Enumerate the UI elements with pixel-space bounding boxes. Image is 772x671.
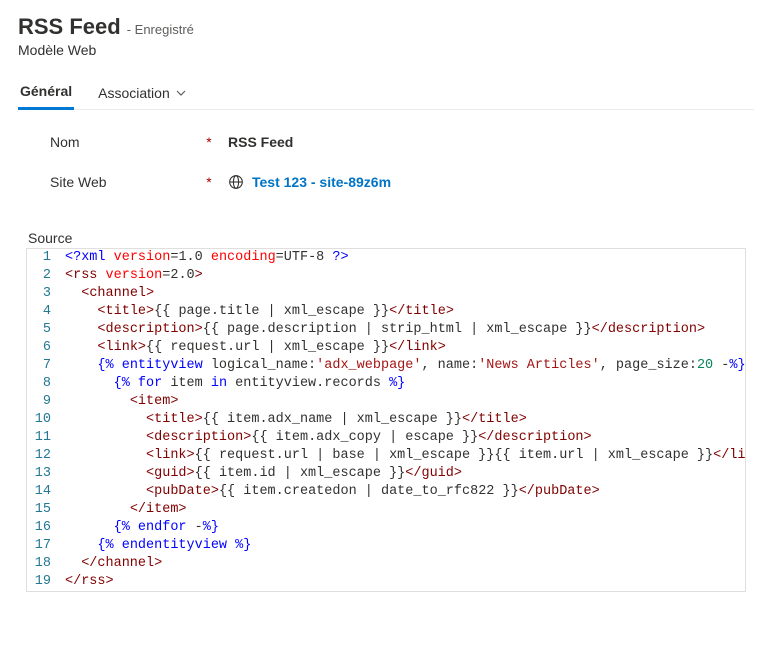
line-number: 9 [27, 393, 59, 411]
code-content[interactable]: <description>{{ page.description | strip… [59, 321, 705, 339]
line-number: 7 [27, 357, 59, 375]
site-lookup[interactable]: Test 123 - site-89z6m [218, 174, 391, 190]
line-number: 10 [27, 411, 59, 429]
code-line[interactable]: 17 {% endentityview %} [27, 537, 745, 555]
code-line[interactable]: 10 <title>{{ item.adx_name | xml_escape … [27, 411, 745, 429]
code-line[interactable]: 1<?xml version=1.0 encoding=UTF-8 ?> [27, 249, 745, 267]
line-number: 8 [27, 375, 59, 393]
code-line[interactable]: 18 </channel> [27, 555, 745, 573]
line-number: 4 [27, 303, 59, 321]
code-content[interactable]: <item> [59, 393, 178, 411]
code-content[interactable]: <channel> [59, 285, 154, 303]
code-line[interactable]: 4 <title>{{ page.title | xml_escape }}</… [27, 303, 745, 321]
tab-bar: Général Association [18, 76, 754, 110]
line-number: 17 [27, 537, 59, 555]
line-number: 19 [27, 573, 59, 591]
code-content[interactable]: </rss> [59, 573, 114, 591]
code-content[interactable]: </channel> [59, 555, 162, 573]
code-content[interactable]: {% endfor -%} [59, 519, 219, 537]
code-line[interactable]: 7 {% entityview logical_name:'adx_webpag… [27, 357, 745, 375]
code-line[interactable]: 12 <link>{{ request.url | base | xml_esc… [27, 447, 745, 465]
line-number: 18 [27, 555, 59, 573]
code-line[interactable]: 8 {% for item in entityview.records %} [27, 375, 745, 393]
code-content[interactable]: <pubDate>{{ item.createdon | date_to_rfc… [59, 483, 600, 501]
tab-association-label: Association [98, 85, 170, 101]
code-content[interactable]: <rss version=2.0> [59, 267, 203, 285]
code-line[interactable]: 11 <description>{{ item.adx_copy | escap… [27, 429, 745, 447]
code-line[interactable]: 16 {% endfor -%} [27, 519, 745, 537]
required-indicator: * [200, 134, 218, 150]
globe-icon [228, 174, 244, 190]
code-line[interactable]: 14 <pubDate>{{ item.createdon | date_to_… [27, 483, 745, 501]
code-content[interactable]: <link>{{ request.url | xml_escape }}</li… [59, 339, 446, 357]
chevron-down-icon [176, 88, 186, 98]
name-label: Nom [50, 134, 200, 150]
name-value[interactable]: RSS Feed [218, 134, 293, 150]
code-line[interactable]: 19</rss> [27, 573, 745, 591]
code-content[interactable]: <description>{{ item.adx_copy | escape }… [59, 429, 592, 447]
line-number: 13 [27, 465, 59, 483]
line-number: 15 [27, 501, 59, 519]
code-line[interactable]: 15 </item> [27, 501, 745, 519]
site-label: Site Web [50, 174, 200, 190]
entity-subtitle: Modèle Web [18, 42, 754, 58]
line-number: 11 [27, 429, 59, 447]
code-line[interactable]: 2<rss version=2.0> [27, 267, 745, 285]
code-content[interactable]: </item> [59, 501, 187, 519]
source-label: Source [28, 230, 754, 246]
code-content[interactable]: <title>{{ item.adx_name | xml_escape }}<… [59, 411, 527, 429]
code-content[interactable]: {% endentityview %} [59, 537, 251, 555]
line-number: 14 [27, 483, 59, 501]
site-link-text: Test 123 - site-89z6m [252, 174, 391, 190]
code-content[interactable]: <?xml version=1.0 encoding=UTF-8 ?> [59, 249, 349, 267]
line-number: 16 [27, 519, 59, 537]
saved-badge: - Enregistré [127, 22, 194, 37]
code-line[interactable]: 9 <item> [27, 393, 745, 411]
line-number: 5 [27, 321, 59, 339]
tab-association[interactable]: Association [96, 77, 188, 110]
code-content[interactable]: <link>{{ request.url | base | xml_escape… [59, 447, 746, 465]
line-number: 6 [27, 339, 59, 357]
line-number: 12 [27, 447, 59, 465]
code-content[interactable]: <guid>{{ item.id | xml_escape }}</guid> [59, 465, 462, 483]
page-title: RSS Feed [18, 14, 121, 40]
code-content[interactable]: {% entityview logical_name:'adx_webpage'… [59, 357, 746, 375]
tab-general-label: Général [20, 83, 72, 99]
code-line[interactable]: 6 <link>{{ request.url | xml_escape }}</… [27, 339, 745, 357]
line-number: 3 [27, 285, 59, 303]
code-line[interactable]: 5 <description>{{ page.description | str… [27, 321, 745, 339]
code-line[interactable]: 3 <channel> [27, 285, 745, 303]
line-number: 2 [27, 267, 59, 285]
tab-general[interactable]: Général [18, 77, 74, 110]
code-content[interactable]: {% for item in entityview.records %} [59, 375, 405, 393]
line-number: 1 [27, 249, 59, 267]
code-line[interactable]: 13 <guid>{{ item.id | xml_escape }}</gui… [27, 465, 745, 483]
code-content[interactable]: <title>{{ page.title | xml_escape }}</ti… [59, 303, 454, 321]
required-indicator: * [200, 174, 218, 190]
source-code-editor[interactable]: 1<?xml version=1.0 encoding=UTF-8 ?>2<rs… [26, 248, 746, 592]
